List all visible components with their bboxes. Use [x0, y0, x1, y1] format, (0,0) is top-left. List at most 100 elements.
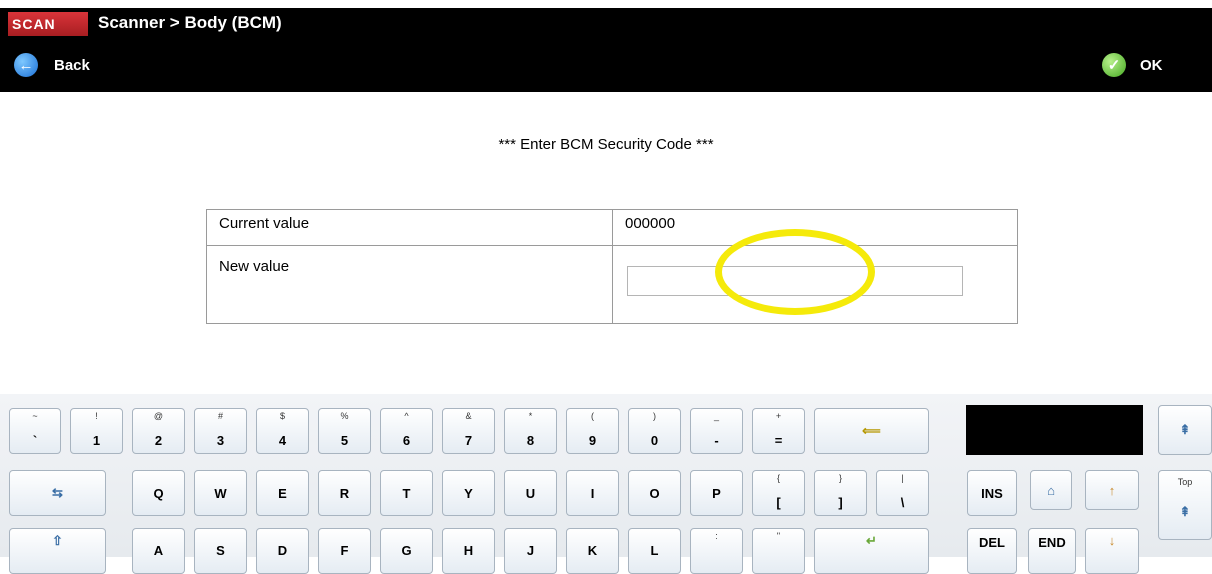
new-value-input[interactable]	[627, 266, 963, 296]
key-l[interactable]: L	[628, 528, 681, 574]
key-t[interactable]: T	[380, 470, 433, 516]
key-shift-char: $	[279, 411, 285, 421]
key-char: 6	[402, 433, 411, 448]
key-7[interactable]: & 7	[442, 408, 495, 454]
key-backslash[interactable]: | \	[876, 470, 929, 516]
key-w[interactable]: W	[194, 470, 247, 516]
key-h[interactable]: H	[442, 528, 495, 574]
key-label: END	[1038, 535, 1066, 550]
backspace-key[interactable]: ⟸	[814, 408, 929, 454]
key-char: 9	[588, 433, 597, 448]
up-arrow-icon: ↑	[1108, 482, 1116, 498]
key-backtick[interactable]: ~ `	[9, 408, 61, 454]
new-value-label: New value	[219, 258, 290, 275]
key-a[interactable]: A	[132, 528, 185, 574]
enter-key[interactable]: ↵	[814, 528, 929, 574]
key-i[interactable]: I	[566, 470, 619, 516]
key-f[interactable]: F	[318, 528, 371, 574]
key-semicolon[interactable]: :	[690, 528, 743, 574]
key-char: P	[712, 485, 721, 501]
tab-key[interactable]: ⇆	[9, 470, 106, 516]
key-char: D	[277, 543, 288, 558]
key-char: 3	[216, 433, 225, 448]
key-char: 8	[526, 433, 535, 448]
key-shift-char: +	[775, 411, 782, 421]
key-u[interactable]: U	[504, 470, 557, 516]
key-1[interactable]: ! 1	[70, 408, 123, 454]
key-shift-char: :	[715, 531, 718, 541]
key-y[interactable]: Y	[442, 470, 495, 516]
key-quote[interactable]: "	[752, 528, 805, 574]
key-shift-char: !	[95, 411, 98, 421]
key-p[interactable]: P	[690, 470, 743, 516]
key-g[interactable]: G	[380, 528, 433, 574]
key-char: \	[900, 495, 905, 510]
key-k[interactable]: K	[566, 528, 619, 574]
home-icon: ⌂	[1047, 482, 1055, 498]
key-q[interactable]: Q	[132, 470, 185, 516]
key-char: S	[216, 543, 225, 558]
back-button[interactable]: ← Back	[14, 52, 90, 78]
key-3[interactable]: #3	[194, 408, 247, 454]
key-2[interactable]: @2	[132, 408, 185, 454]
key-8[interactable]: * 8	[504, 408, 557, 454]
ok-button[interactable]: ✓ OK	[1102, 52, 1163, 78]
key-j[interactable]: J	[504, 528, 557, 574]
key-minus[interactable]: _ -	[690, 408, 743, 454]
key-shift-char: @	[153, 411, 164, 421]
page-up-key[interactable]: ⇞	[1158, 405, 1212, 455]
key-char: W	[214, 485, 227, 501]
key-left-bracket[interactable]: {[	[752, 470, 805, 516]
key-char: Y	[464, 485, 473, 501]
key-char: F	[340, 543, 349, 558]
key-e[interactable]: E	[256, 470, 309, 516]
top-icon: ⇞	[1179, 504, 1191, 519]
key-equals[interactable]: + =	[752, 408, 805, 454]
current-value-label: Current value	[219, 215, 310, 232]
key-char: H	[463, 543, 474, 558]
key-char: 7	[464, 433, 473, 448]
key-5[interactable]: % 5	[318, 408, 371, 454]
key-r[interactable]: R	[318, 470, 371, 516]
key-shift-char: {	[776, 473, 780, 483]
key-char: [	[776, 495, 781, 510]
home-key[interactable]: ⌂	[1030, 470, 1072, 510]
keyboard-display	[966, 405, 1143, 455]
key-shift-char: |	[901, 473, 904, 483]
key-right-bracket[interactable]: }]	[814, 470, 867, 516]
key-shift-char: (	[591, 411, 594, 421]
current-value: 000000	[625, 215, 676, 232]
key-s[interactable]: S	[194, 528, 247, 574]
key-char: U	[525, 485, 536, 501]
tab-icon: ⇆	[52, 485, 63, 500]
caps-lock-key[interactable]: ⇧	[9, 528, 106, 574]
security-code-heading: *** Enter BCM Security Code ***	[498, 136, 714, 153]
key-char: 0	[650, 433, 659, 448]
key-char: A	[153, 543, 164, 558]
key-char: =	[774, 433, 783, 448]
key-char: 4	[278, 433, 287, 448]
ins-key[interactable]: INS	[967, 470, 1017, 516]
scanner-logo: SCAN	[8, 12, 88, 36]
key-0[interactable]: ) 0	[628, 408, 681, 454]
key-6[interactable]: ^ 6	[380, 408, 433, 454]
key-char: R	[339, 485, 350, 501]
table-divider	[612, 210, 613, 323]
key-d[interactable]: D	[256, 528, 309, 574]
page-up-icon: ⇞	[1179, 422, 1191, 437]
key-char: 2	[154, 433, 163, 448]
key-o[interactable]: O	[628, 470, 681, 516]
key-label: DEL	[979, 535, 1005, 550]
ok-label: OK	[1140, 56, 1163, 74]
del-key[interactable]: DEL	[967, 528, 1017, 574]
key-shift-char: _	[713, 411, 719, 421]
key-9[interactable]: (9	[566, 408, 619, 454]
end-key[interactable]: END	[1028, 528, 1076, 574]
key-4[interactable]: $4	[256, 408, 309, 454]
back-arrow-icon: ←	[14, 53, 38, 77]
top-key[interactable]: Top ⇞	[1158, 470, 1212, 540]
key-shift-char: &	[465, 411, 472, 421]
cursor-up-key[interactable]: ↑	[1085, 470, 1139, 510]
key-label: INS	[981, 485, 1003, 501]
cursor-down-key[interactable]: ↓	[1085, 528, 1139, 574]
